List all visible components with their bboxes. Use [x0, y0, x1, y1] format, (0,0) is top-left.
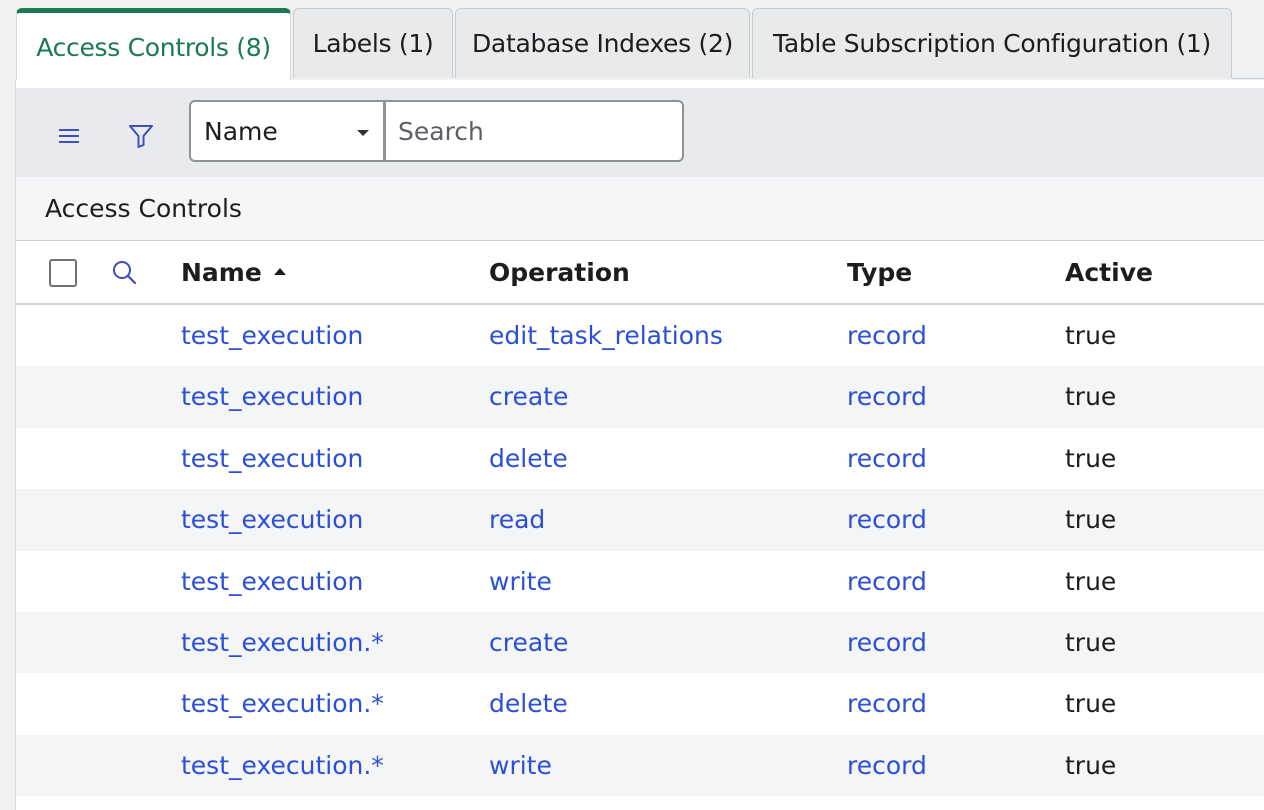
tab-table-subscription-configuration[interactable]: Table Subscription Configuration (1) — [752, 8, 1232, 78]
column-header-label: Name — [181, 257, 262, 287]
row-operation-link[interactable]: edit_task_relations — [489, 305, 723, 366]
row-name-link[interactable]: test_execution — [181, 305, 363, 366]
sort-ascending-icon — [273, 267, 286, 275]
table-row: test_execution delete record true — [16, 427, 1264, 490]
row-operation-link[interactable]: write — [489, 551, 552, 612]
select-all-checkbox[interactable] — [49, 259, 77, 287]
tab-label: Access Controls (8) — [36, 32, 271, 62]
row-active-value: true — [1065, 566, 1117, 596]
search-field-select-value: Name — [204, 116, 278, 146]
row-name-link[interactable]: test_execution — [181, 428, 363, 489]
tab-label: Table Subscription Configuration (1) — [773, 29, 1211, 58]
row-operation-link[interactable]: create — [489, 612, 568, 673]
row-active-value: true — [1065, 689, 1117, 719]
row-operation-link[interactable]: read — [489, 489, 545, 550]
related-lists-tabs: Access Controls (8) Labels (1) Database … — [0, 0, 1264, 81]
column-header-active[interactable]: Active — [1065, 241, 1153, 303]
list-title: Access Controls — [16, 177, 1264, 241]
column-header-label: Active — [1065, 257, 1153, 287]
row-active-value: true — [1065, 443, 1117, 473]
table-body: test_execution edit_task_relations recor… — [16, 305, 1264, 797]
row-active-value: true — [1065, 321, 1117, 350]
row-operation-link[interactable]: create — [489, 366, 568, 427]
row-type-link[interactable]: record — [847, 305, 927, 366]
list-toolbar: Name — [16, 88, 1264, 177]
row-operation-link[interactable]: write — [489, 735, 552, 796]
table-row: test_execution.* delete record true — [16, 673, 1264, 735]
table-row: test_execution edit_task_relations recor… — [16, 305, 1264, 367]
row-name-link[interactable]: test_execution.* — [181, 612, 384, 673]
row-active-value: true — [1065, 505, 1117, 535]
table-row: test_execution.* write record true — [16, 734, 1264, 797]
search-input[interactable] — [385, 100, 684, 162]
row-name-link[interactable]: test_execution — [181, 551, 363, 612]
access-controls-panel: Name Access Controls Name Operation Type… — [15, 80, 1264, 810]
row-name-link[interactable]: test_execution.* — [181, 735, 384, 796]
tab-label: Database Indexes (2) — [471, 29, 734, 58]
table-header: Name Operation Type Active — [16, 241, 1264, 305]
table-row: test_execution write record true — [16, 550, 1264, 612]
row-type-link[interactable]: record — [847, 489, 927, 550]
row-type-link[interactable]: record — [847, 551, 927, 612]
tabs-divider — [1232, 78, 1264, 79]
funnel-filter-icon — [129, 125, 153, 148]
search-field-select[interactable]: Name — [189, 100, 385, 162]
tab-access-controls[interactable]: Access Controls (8) — [16, 8, 291, 81]
search-icon — [113, 261, 137, 285]
chevron-down-icon — [357, 130, 369, 136]
tab-label: Labels (1) — [312, 29, 434, 58]
list-menu-button[interactable] — [49, 116, 89, 156]
row-type-link[interactable]: record — [847, 673, 927, 734]
column-header-name[interactable]: Name — [181, 241, 286, 303]
column-header-label: Type — [847, 257, 913, 287]
tab-database-indexes[interactable]: Database Indexes (2) — [455, 8, 750, 78]
row-type-link[interactable]: record — [847, 366, 927, 427]
row-type-link[interactable]: record — [847, 735, 927, 796]
filter-button[interactable] — [121, 116, 161, 156]
row-operation-link[interactable]: delete — [489, 673, 568, 734]
column-search-button[interactable] — [109, 257, 141, 289]
hamburger-menu-icon — [59, 129, 79, 143]
row-type-link[interactable]: record — [847, 612, 927, 673]
column-header-operation[interactable]: Operation — [489, 241, 630, 303]
row-name-link[interactable]: test_execution.* — [181, 673, 384, 734]
table-row: test_execution read record true — [16, 489, 1264, 551]
row-operation-link[interactable]: delete — [489, 428, 568, 489]
row-active-value: true — [1065, 627, 1117, 657]
row-active-value: true — [1065, 750, 1117, 780]
row-active-value: true — [1065, 382, 1117, 412]
tab-labels[interactable]: Labels (1) — [293, 8, 453, 78]
table-row: test_execution.* create record true — [16, 611, 1264, 674]
column-header-type[interactable]: Type — [847, 241, 912, 303]
table-row: test_execution create record true — [16, 366, 1264, 428]
column-header-label: Operation — [489, 257, 630, 287]
row-type-link[interactable]: record — [847, 428, 927, 489]
row-name-link[interactable]: test_execution — [181, 366, 363, 427]
row-name-link[interactable]: test_execution — [181, 489, 363, 550]
